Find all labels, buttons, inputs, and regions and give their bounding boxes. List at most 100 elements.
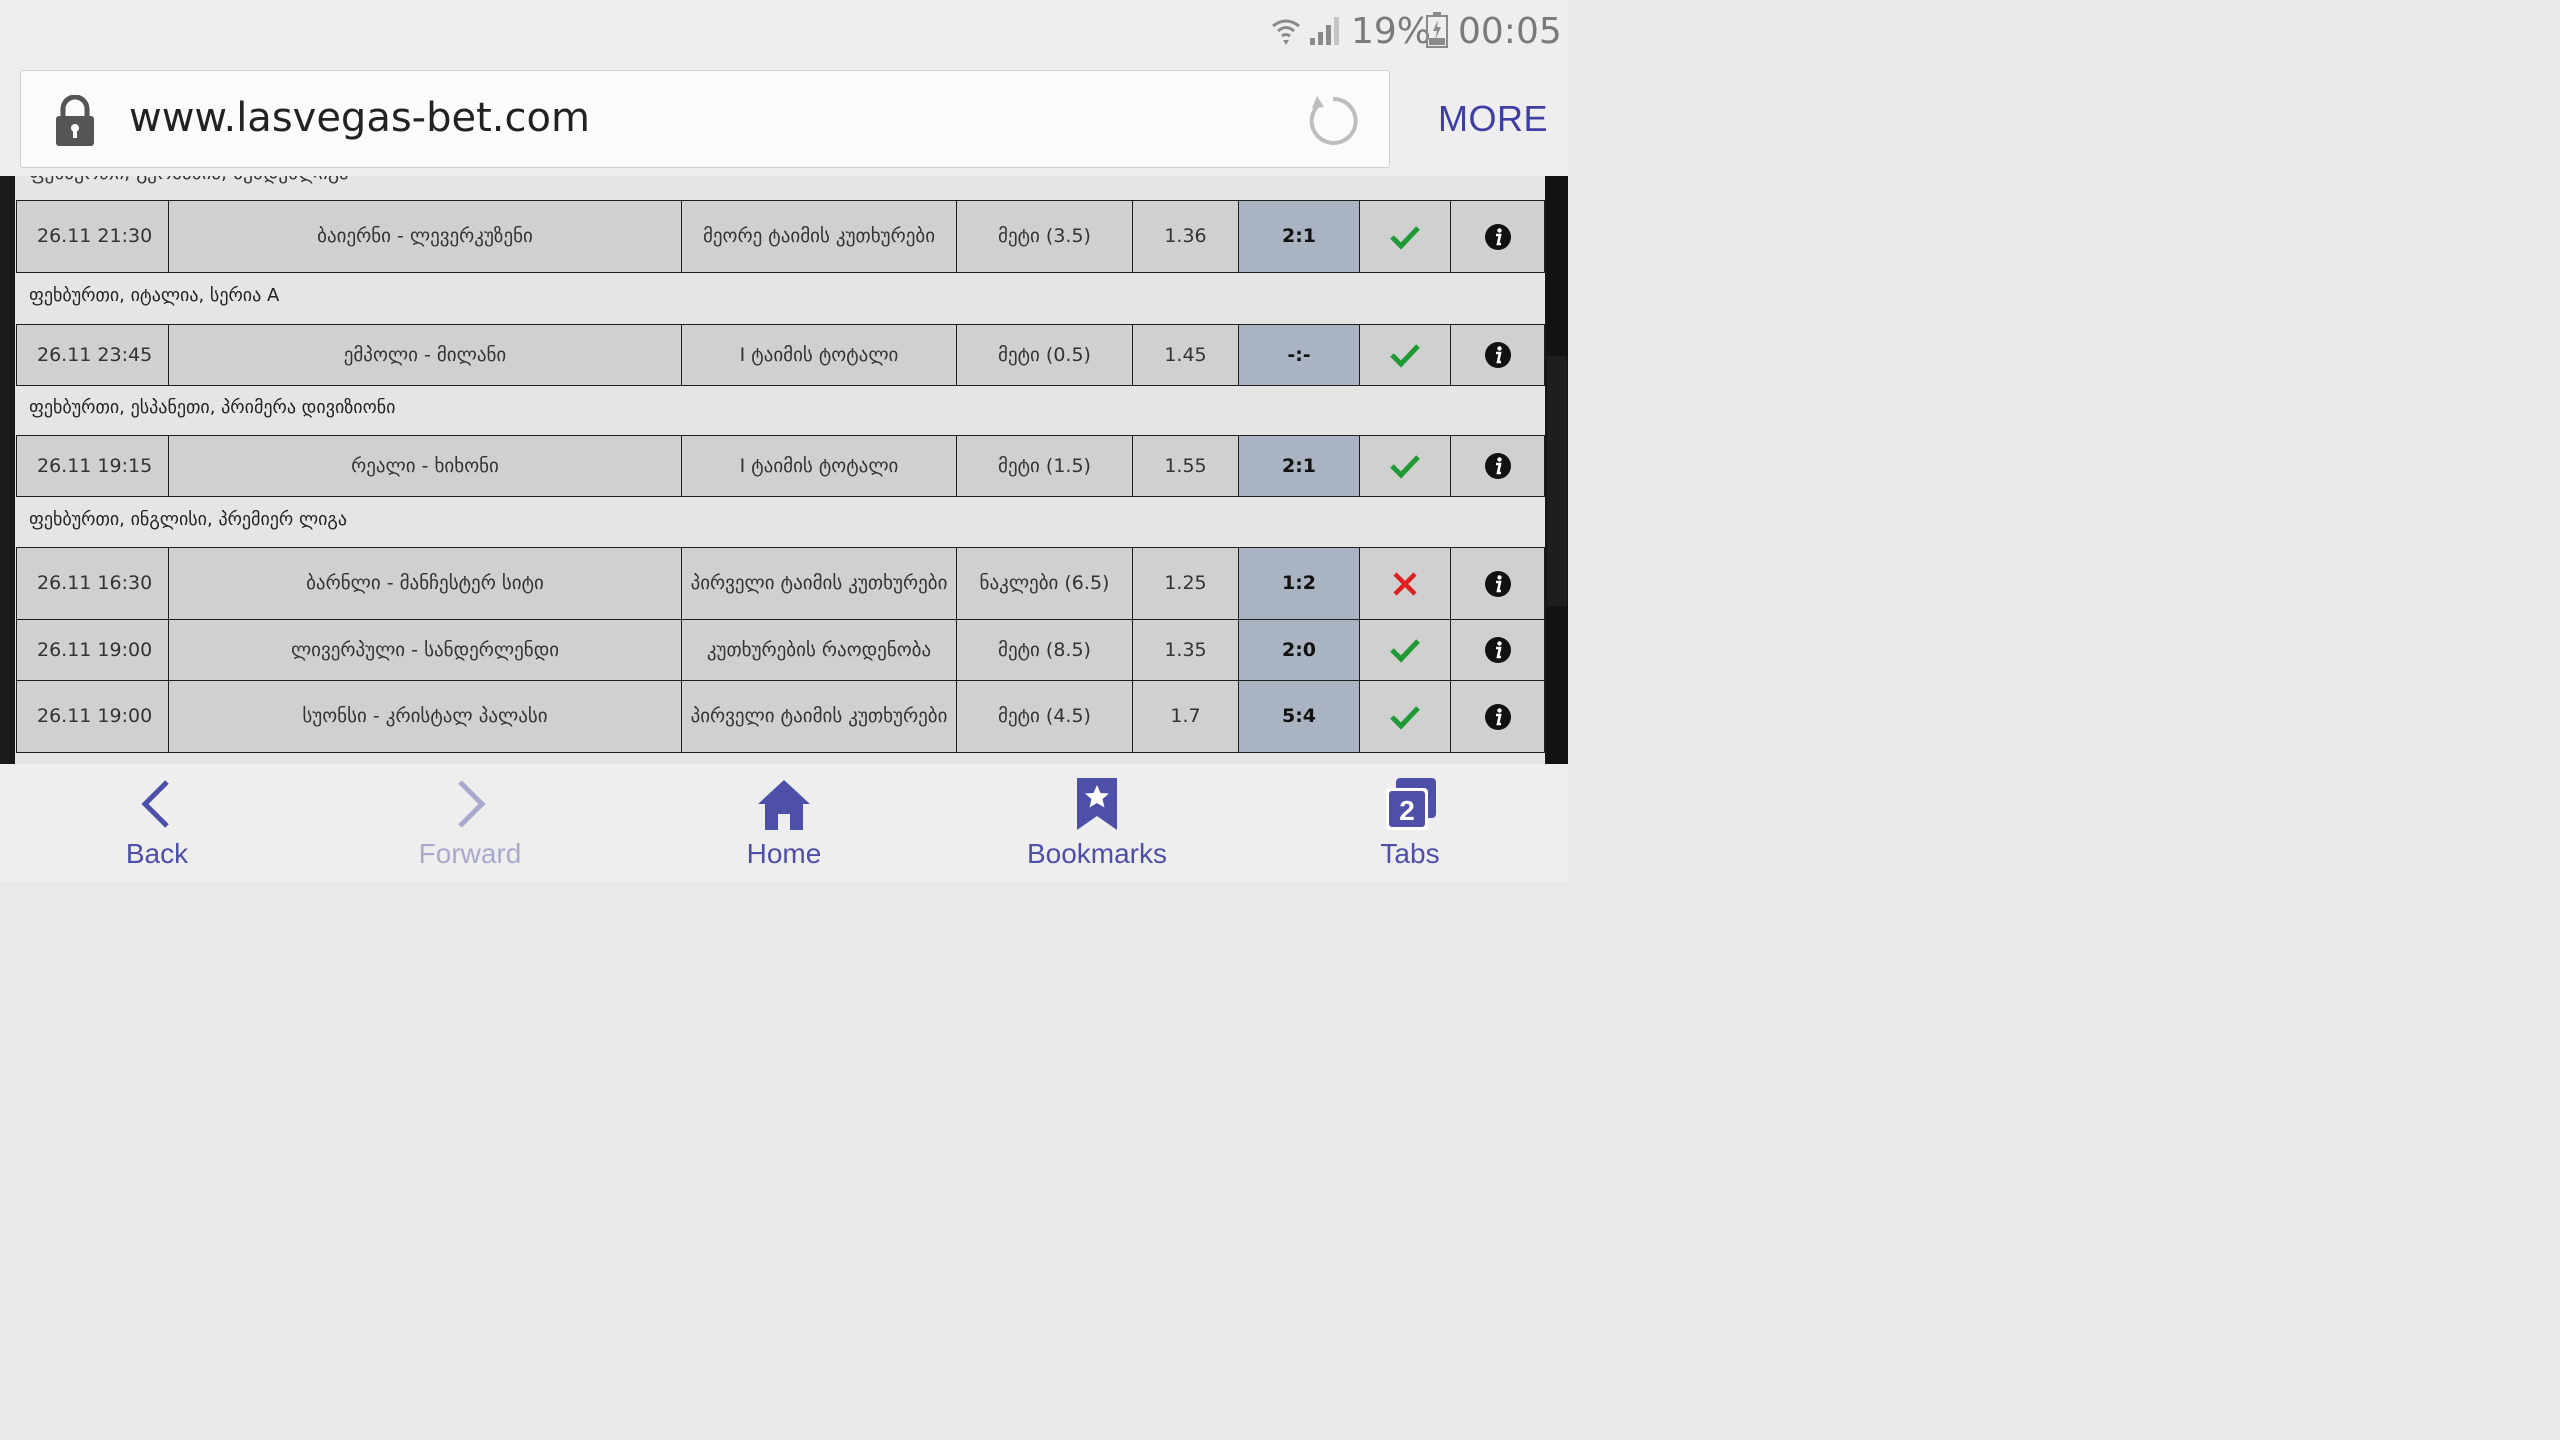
forward-button[interactable]: Forward bbox=[370, 764, 570, 882]
check-icon bbox=[1390, 344, 1420, 368]
bet-market: პირველი ტაიმის კუთხურები bbox=[681, 547, 957, 620]
bet-info[interactable] bbox=[1450, 435, 1545, 497]
tabs-button[interactable]: 2 Tabs bbox=[1310, 764, 1510, 882]
bet-date: 26.11 16:30 bbox=[16, 547, 169, 620]
forward-label: Forward bbox=[418, 838, 522, 869]
bet-result bbox=[1359, 619, 1451, 681]
bet-pick: მეტი (4.5) bbox=[956, 680, 1133, 753]
home-icon bbox=[758, 780, 810, 830]
bet-score: 1:2 bbox=[1238, 547, 1360, 620]
bet-date: 26.11 21:30 bbox=[16, 200, 169, 273]
bet-info[interactable] bbox=[1450, 200, 1545, 273]
info-icon[interactable] bbox=[1484, 223, 1512, 251]
bet-match: ბარნლი - მანჩესტერ სიტი bbox=[168, 547, 682, 620]
bet-market: I ტაიმის ტოტალი bbox=[681, 324, 957, 386]
bet-match: ბაიერნი - ლევერკუზენი bbox=[168, 200, 682, 273]
bets-table: 26.11 21:30 ბაიერნი - ლევერკუზენი მეორე … bbox=[16, 200, 1545, 273]
bet-score: 2:1 bbox=[1238, 435, 1360, 497]
bet-history-page: ფეხბურთი, გერმანია, ბუნდესლიგა 26.11 21:… bbox=[15, 176, 1545, 764]
bet-match: სუონსი - კრისტალ პალასი bbox=[168, 680, 682, 753]
home-label: Home bbox=[746, 838, 822, 869]
bet-match: ლივერპული - სანდერლენდი bbox=[168, 619, 682, 681]
table-row: 26.11 19:00 ლივერპული - სანდერლენდი კუთხ… bbox=[16, 619, 1545, 681]
bet-pick: მეტი (8.5) bbox=[956, 619, 1133, 681]
bets-table: 26.11 16:30 ბარნლი - მანჩესტერ სიტი პირვ… bbox=[16, 547, 1545, 753]
chevron-right-icon bbox=[458, 780, 486, 828]
bet-market: პირველი ტაიმის კუთხურები bbox=[681, 680, 957, 753]
bookmarks-button[interactable]: Bookmarks bbox=[997, 764, 1197, 882]
table-row: 26.11 16:30 ბარნლი - მანჩესტერ სიტი პირვ… bbox=[16, 547, 1545, 620]
bet-info[interactable] bbox=[1450, 547, 1545, 620]
bet-pick: მეტი (0.5) bbox=[956, 324, 1133, 386]
bet-odds: 1.36 bbox=[1132, 200, 1239, 273]
bet-result bbox=[1359, 200, 1451, 273]
info-icon[interactable] bbox=[1484, 703, 1512, 731]
bet-pick: ნაკლები (6.5) bbox=[956, 547, 1133, 620]
bookmark-star-icon bbox=[1077, 778, 1117, 830]
bet-result bbox=[1359, 324, 1451, 386]
bet-date: 26.11 19:15 bbox=[16, 435, 169, 497]
back-label: Back bbox=[125, 838, 189, 869]
bet-odds: 1.55 bbox=[1132, 435, 1239, 497]
back-button[interactable]: Back bbox=[57, 764, 257, 882]
check-icon bbox=[1390, 705, 1420, 730]
info-icon[interactable] bbox=[1484, 636, 1512, 664]
signal-icon bbox=[1310, 17, 1339, 45]
table-row: 26.11 23:45 ემპოლი - მილანი I ტაიმის ტოტ… bbox=[16, 324, 1545, 386]
group-heading: ფეხბურთი, ინგლისი, პრემიერ ლიგა bbox=[29, 509, 348, 530]
bet-odds: 1.7 bbox=[1132, 680, 1239, 753]
browser-toolbar: www.lasvegas-bet.com MORE bbox=[0, 64, 1568, 176]
check-icon bbox=[1390, 455, 1420, 479]
tabs-icon: 2 bbox=[1386, 778, 1436, 830]
bet-pick: მეტი (1.5) bbox=[956, 435, 1133, 497]
info-icon[interactable] bbox=[1484, 570, 1512, 598]
battery-percent: 19% bbox=[1351, 11, 1432, 52]
group-heading: ფეხბურთი, იტალია, სერია A bbox=[29, 285, 280, 306]
bookmarks-label: Bookmarks bbox=[1026, 838, 1168, 869]
chevron-left-icon bbox=[141, 780, 169, 828]
url-text[interactable]: www.lasvegas-bet.com bbox=[129, 93, 590, 143]
bet-odds: 1.45 bbox=[1132, 324, 1239, 386]
reload-icon[interactable] bbox=[1305, 93, 1361, 149]
bet-market: მეორე ტაიმის კუთხურები bbox=[681, 200, 957, 273]
more-menu-button[interactable]: MORE bbox=[1438, 96, 1548, 142]
home-button[interactable]: Home bbox=[684, 764, 884, 882]
cross-icon bbox=[1393, 571, 1417, 596]
group-heading-cut-off: ფეხბურთი, გერმანია, ბუნდესლიგა bbox=[29, 176, 349, 184]
bet-odds: 1.35 bbox=[1132, 619, 1239, 681]
info-icon[interactable] bbox=[1484, 341, 1512, 369]
bet-result bbox=[1359, 547, 1451, 620]
bet-score: -:- bbox=[1238, 324, 1360, 386]
lock-icon bbox=[56, 95, 94, 146]
table-row: 26.11 21:30 ბაიერნი - ლევერკუზენი მეორე … bbox=[16, 200, 1545, 273]
bet-result bbox=[1359, 435, 1451, 497]
bet-market: I ტაიმის ტოტალი bbox=[681, 435, 957, 497]
bet-score: 2:1 bbox=[1238, 200, 1360, 273]
bet-match: რეალი - ხიხონი bbox=[168, 435, 682, 497]
bet-pick: მეტი (3.5) bbox=[956, 200, 1133, 273]
status-bar: 19% 00:05 bbox=[0, 0, 1568, 64]
bet-info[interactable] bbox=[1450, 680, 1545, 753]
bet-result bbox=[1359, 680, 1451, 753]
bet-odds: 1.25 bbox=[1132, 547, 1239, 620]
web-content[interactable]: ფეხბურთი, გერმანია, ბუნდესლიგა 26.11 21:… bbox=[0, 176, 1568, 764]
bet-date: 26.11 19:00 bbox=[16, 619, 169, 681]
bet-match: ემპოლი - მილანი bbox=[168, 324, 682, 386]
bet-date: 26.11 23:45 bbox=[16, 324, 169, 386]
check-icon bbox=[1390, 639, 1420, 663]
address-bar[interactable]: www.lasvegas-bet.com bbox=[20, 70, 1390, 168]
bet-info[interactable] bbox=[1450, 324, 1545, 386]
battery-icon bbox=[1426, 12, 1448, 48]
bet-score: 5:4 bbox=[1238, 680, 1360, 753]
bet-info[interactable] bbox=[1450, 619, 1545, 681]
info-icon[interactable] bbox=[1484, 452, 1512, 480]
page-scrollbar-thumb[interactable] bbox=[1547, 356, 1567, 606]
bets-table: 26.11 23:45 ემპოლი - მილანი I ტაიმის ტოტ… bbox=[16, 324, 1545, 386]
check-icon bbox=[1390, 225, 1420, 250]
wifi-icon bbox=[1272, 19, 1300, 45]
bet-date: 26.11 19:00 bbox=[16, 680, 169, 753]
bottom-navigation: Back Forward Home Bookmarks 2 Tabs bbox=[0, 764, 1568, 882]
group-heading: ფეხბურთი, ესპანეთი, პრიმერა დივიზიონი bbox=[29, 397, 396, 418]
bet-score: 2:0 bbox=[1238, 619, 1360, 681]
bet-market: კუთხურების რაოდენობა bbox=[681, 619, 957, 681]
